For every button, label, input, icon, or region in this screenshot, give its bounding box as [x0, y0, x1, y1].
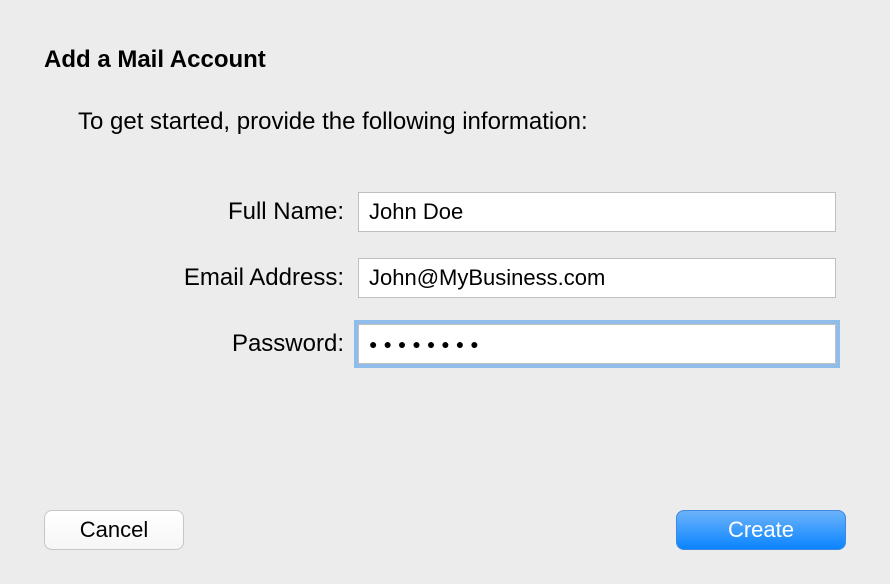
- email-input[interactable]: [358, 258, 836, 298]
- password-label: Password:: [44, 330, 358, 358]
- full-name-row: Full Name:: [44, 192, 846, 232]
- email-label: Email Address:: [44, 264, 358, 292]
- full-name-label: Full Name:: [44, 198, 358, 226]
- password-input[interactable]: ●●●●●●●●: [358, 324, 836, 364]
- cancel-button[interactable]: Cancel: [44, 510, 184, 550]
- add-mail-account-dialog: Add a Mail Account To get started, provi…: [0, 0, 890, 584]
- email-row: Email Address:: [44, 258, 846, 298]
- dialog-instruction: To get started, provide the following in…: [78, 108, 846, 136]
- dialog-title: Add a Mail Account: [44, 46, 846, 74]
- password-row: Password: ●●●●●●●●: [44, 324, 846, 364]
- button-bar: Cancel Create: [44, 510, 846, 550]
- full-name-input[interactable]: [358, 192, 836, 232]
- create-button[interactable]: Create: [676, 510, 846, 550]
